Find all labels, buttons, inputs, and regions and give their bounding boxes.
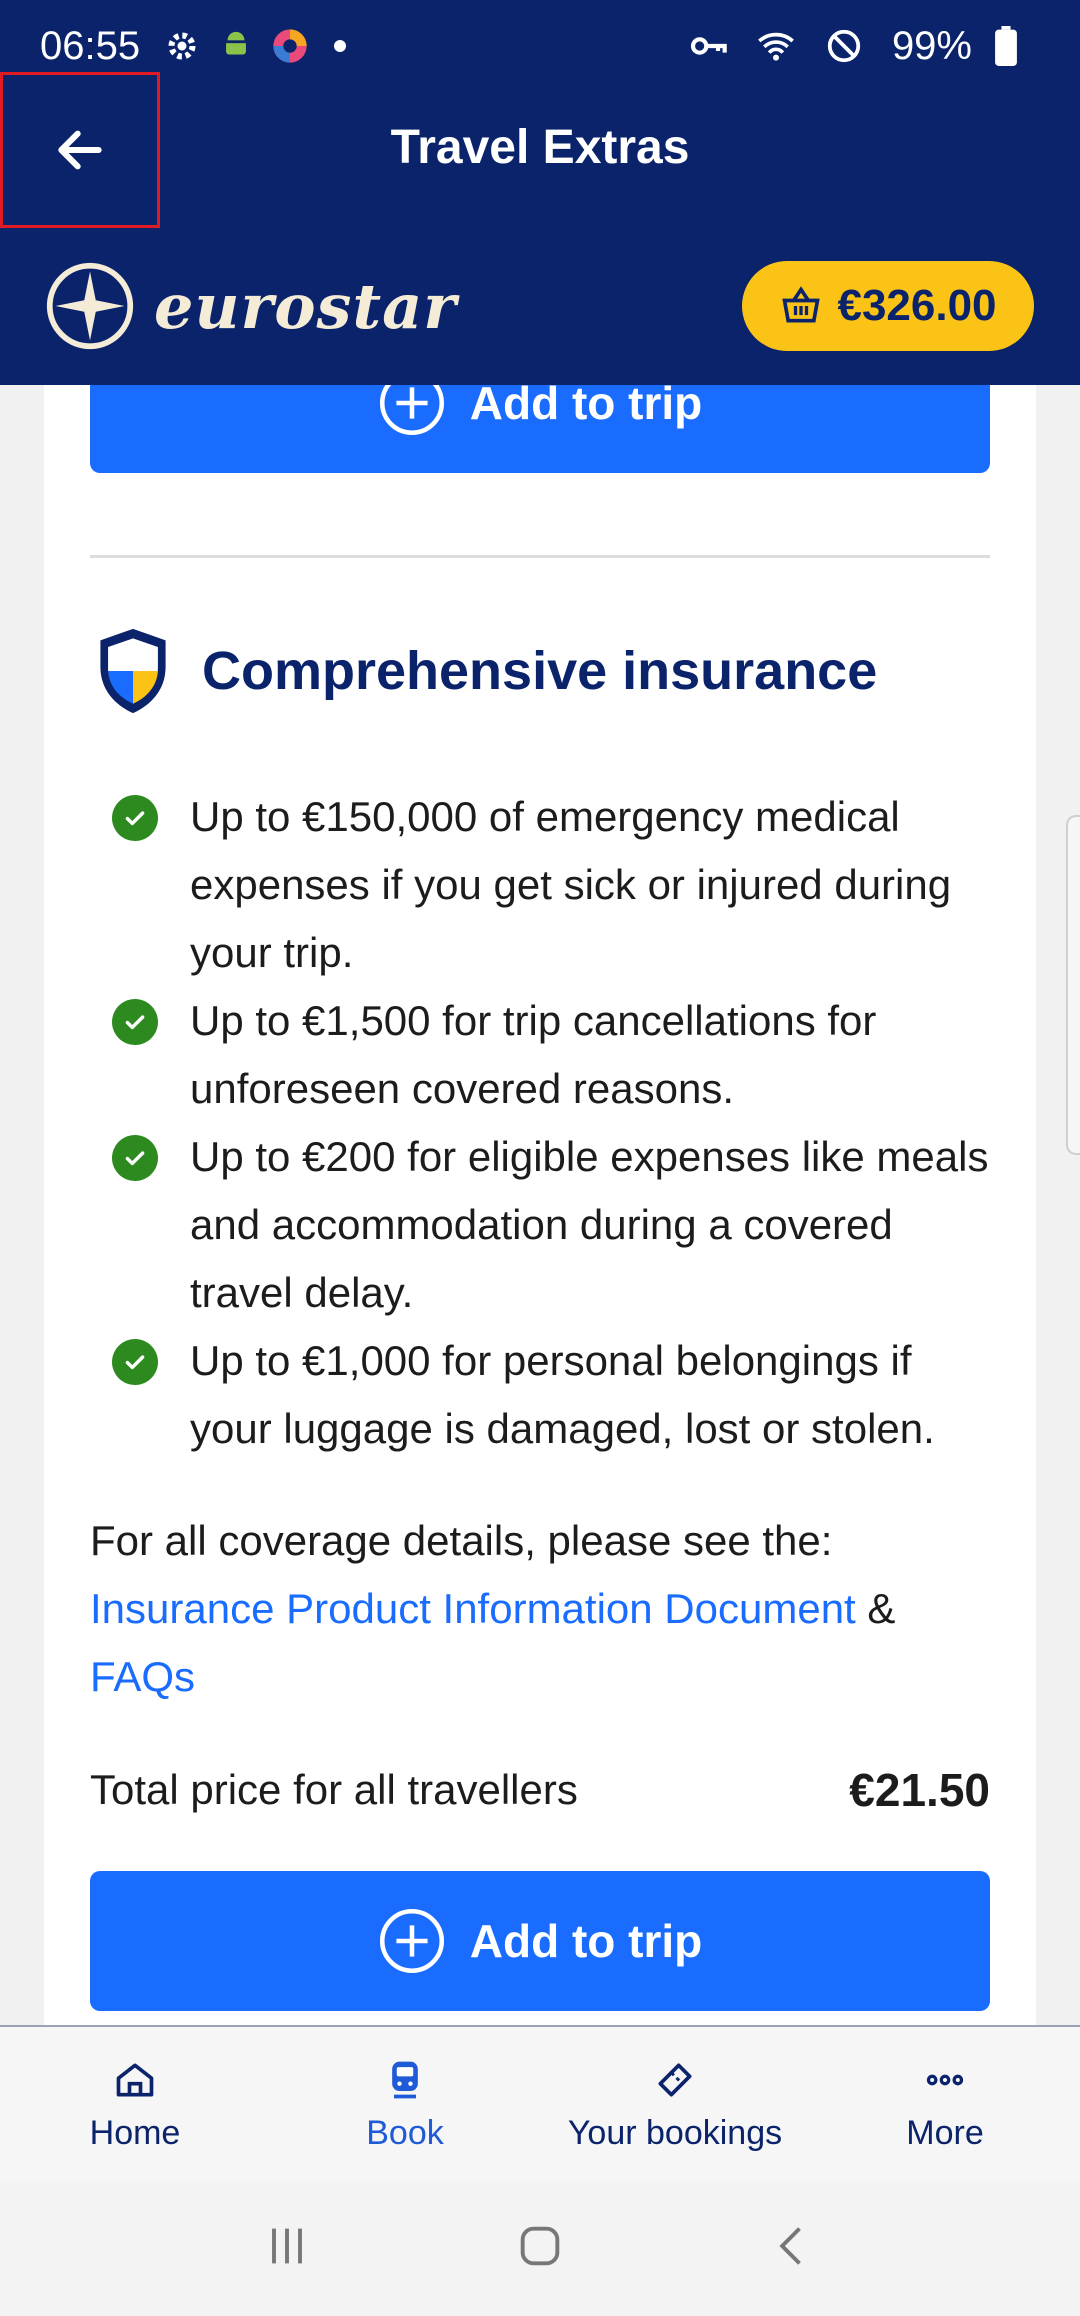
back-system-button[interactable] bbox=[767, 2220, 819, 2277]
home-square-icon bbox=[520, 2226, 560, 2266]
status-bar: 06:55 99% bbox=[0, 0, 1080, 92]
ticket-icon bbox=[651, 2056, 699, 2104]
section-divider bbox=[90, 555, 990, 558]
brand-name: eurostar bbox=[154, 269, 457, 343]
benefit-text: Up to €150,000 of emergency medical expe… bbox=[190, 793, 952, 976]
recent-apps-button[interactable] bbox=[261, 2220, 313, 2277]
eurostar-star-icon bbox=[46, 262, 134, 350]
check-icon bbox=[112, 1135, 158, 1181]
add-to-trip-button-previous[interactable]: Add to trip bbox=[90, 385, 990, 473]
add-to-trip-button[interactable]: Add to trip bbox=[90, 1871, 990, 2011]
total-price-row: Total price for all travellers €21.50 bbox=[90, 1763, 990, 1817]
benefit-item: Up to €1,000 for personal belongings if … bbox=[112, 1327, 992, 1463]
nav-book-label: Book bbox=[366, 2113, 444, 2152]
android-icon bbox=[216, 26, 256, 66]
settings-gear-icon bbox=[162, 26, 202, 66]
eurostar-logo: eurostar bbox=[44, 260, 457, 352]
recent-apps-icon bbox=[271, 2228, 302, 2264]
notification-dot bbox=[334, 40, 347, 52]
content-area[interactable]: Add to trip Comprehensive insurance Up t… bbox=[0, 385, 1080, 2025]
status-time: 06:55 bbox=[40, 23, 141, 68]
battery-percent: 99% bbox=[891, 23, 972, 68]
coverage-details: For all coverage details, please see the… bbox=[90, 1507, 1010, 1711]
vpn-key-icon bbox=[688, 26, 728, 66]
nav-more[interactable]: More bbox=[810, 2027, 1080, 2181]
system-navigation-bar bbox=[0, 2181, 1080, 2316]
nav-book[interactable]: Book bbox=[270, 2027, 540, 2181]
basket-total: €326.00 bbox=[837, 281, 997, 330]
scroll-handle[interactable] bbox=[1066, 815, 1080, 1155]
shield-icon bbox=[100, 628, 166, 714]
more-dots-icon bbox=[921, 2056, 969, 2104]
train-icon bbox=[381, 2056, 429, 2104]
add-to-trip-label: Add to trip bbox=[469, 1915, 703, 1967]
browser-app-icon bbox=[270, 26, 310, 66]
bottom-navigation: Home Book Your bookings More bbox=[0, 2025, 1080, 2181]
benefit-item: Up to €1,500 for trip cancellations for … bbox=[112, 987, 992, 1123]
nav-home[interactable]: Home bbox=[0, 2027, 270, 2181]
nav-more-label: More bbox=[906, 2113, 984, 2152]
plus-circle-icon bbox=[379, 385, 444, 436]
benefit-text: Up to €1,500 for trip cancellations for … bbox=[190, 997, 877, 1112]
basket-icon bbox=[782, 286, 821, 323]
home-system-button[interactable] bbox=[514, 2220, 566, 2277]
benefit-item: Up to €200 for eligible expenses like me… bbox=[112, 1123, 992, 1327]
app-header: 06:55 99% Travel Extras eurostar €326.00 bbox=[0, 0, 1080, 385]
check-icon bbox=[112, 795, 158, 841]
benefits-list: Up to €150,000 of emergency medical expe… bbox=[112, 783, 992, 1463]
home-icon bbox=[111, 2056, 159, 2104]
nav-your-bookings[interactable]: Your bookings bbox=[540, 2027, 810, 2181]
benefit-text: Up to €200 for eligible expenses like me… bbox=[190, 1133, 989, 1316]
insurance-title: Comprehensive insurance bbox=[202, 641, 878, 701]
wifi-icon bbox=[756, 26, 796, 66]
battery-icon bbox=[986, 26, 1026, 66]
chevron-left-icon bbox=[779, 2227, 802, 2265]
insurance-card: Add to trip Comprehensive insurance Up t… bbox=[44, 385, 1036, 2025]
check-icon bbox=[112, 1339, 158, 1385]
benefit-item: Up to €150,000 of emergency medical expe… bbox=[112, 783, 992, 987]
do-not-disturb-icon bbox=[824, 26, 864, 66]
coverage-intro: For all coverage details, please see the… bbox=[90, 1517, 833, 1564]
ampersand: & bbox=[855, 1585, 896, 1632]
ipid-link[interactable]: Insurance Product Information Document bbox=[90, 1585, 856, 1632]
insurance-header: Comprehensive insurance bbox=[94, 625, 877, 717]
total-amount: €21.50 bbox=[849, 1764, 990, 1816]
faq-link[interactable]: FAQs bbox=[90, 1653, 195, 1700]
basket-button[interactable]: €326.00 bbox=[742, 261, 1034, 351]
benefit-text: Up to €1,000 for personal belongings if … bbox=[190, 1337, 935, 1452]
nav-home-label: Home bbox=[89, 2113, 181, 2152]
total-label: Total price for all travellers bbox=[90, 1766, 578, 1813]
add-to-trip-label: Add to trip bbox=[469, 385, 703, 429]
check-icon bbox=[112, 999, 158, 1045]
page-title: Travel Extras bbox=[390, 121, 690, 174]
plus-circle-icon bbox=[379, 1908, 444, 1974]
nav-bookings-label: Your bookings bbox=[567, 2113, 783, 2152]
